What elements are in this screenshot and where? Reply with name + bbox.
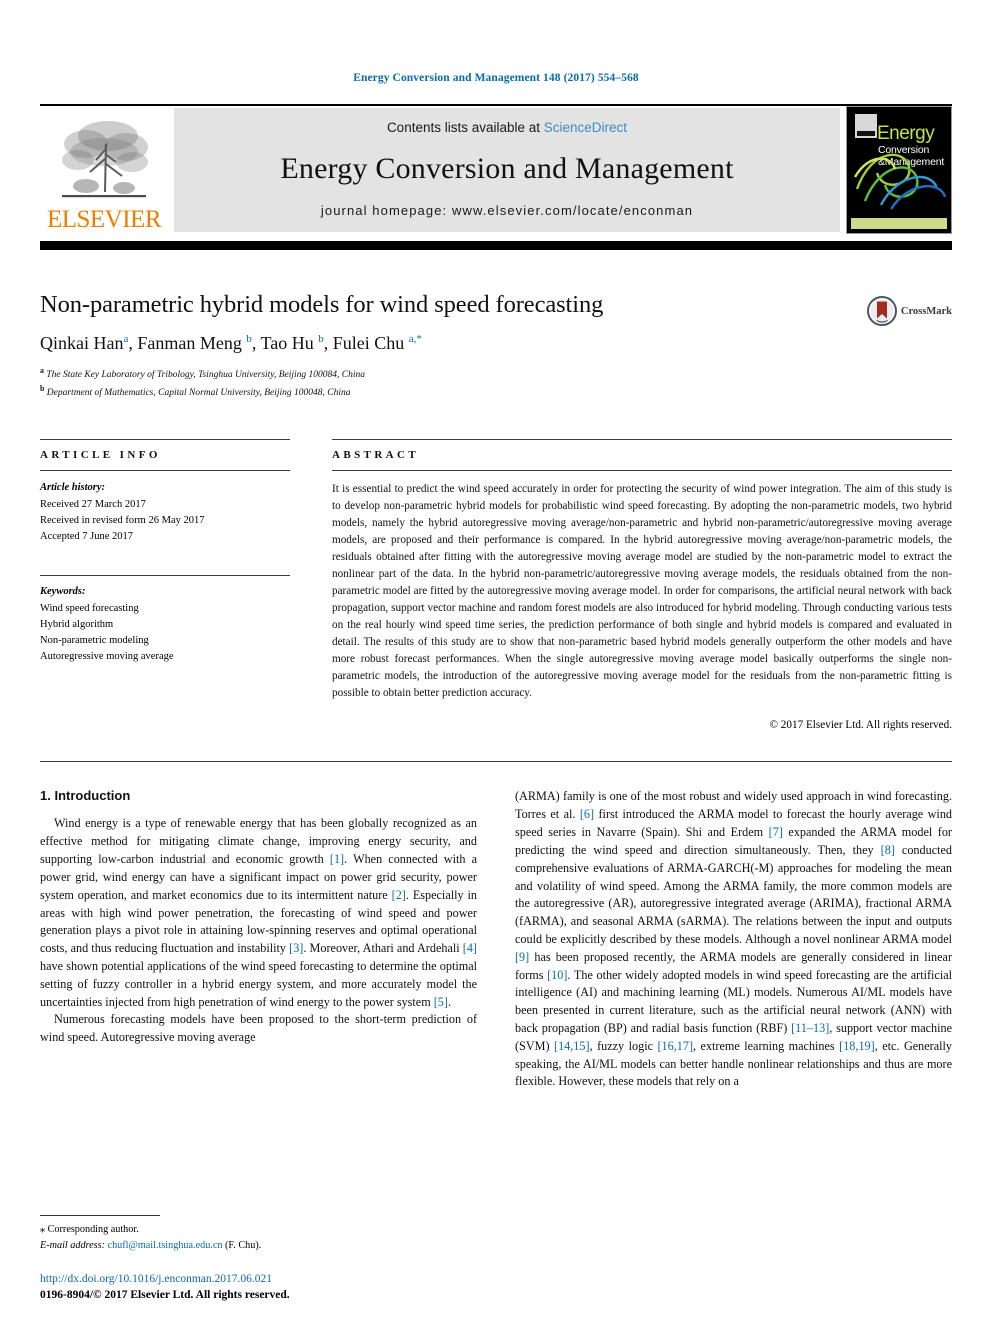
author-list: Qinkai Hana, Fanman Meng b, Tao Hu b, Fu… bbox=[40, 333, 422, 354]
keywords-rule bbox=[40, 575, 290, 577]
corresponding-author-footnote: ⁎ Corresponding author. E-mail address: … bbox=[40, 1215, 477, 1253]
elsevier-wordmark: ELSEVIER bbox=[46, 206, 162, 233]
running-head: Energy Conversion and Management 148 (20… bbox=[353, 72, 639, 84]
contents-prefix: Contents lists available at bbox=[386, 120, 544, 135]
elsevier-logo[interactable]: ELSEVIER bbox=[40, 106, 168, 234]
issn-copyright-line: 0196-8904/© 2017 Elsevier Ltd. All right… bbox=[40, 1288, 290, 1301]
body-column-right: (ARMA) family is one of the most robust … bbox=[515, 788, 952, 1091]
corresponding-marker: ⁎ bbox=[40, 1224, 46, 1236]
history-item: Accepted 7 June 2017 bbox=[40, 531, 134, 543]
body-column-left: 1. Introduction Wind energy is a type of… bbox=[40, 788, 477, 1091]
cover-artwork-icon bbox=[853, 153, 947, 210]
crossmark-icon bbox=[866, 296, 897, 326]
sciencedirect-link[interactable]: ScienceDirect bbox=[544, 120, 627, 135]
journal-band: Contents lists available at ScienceDirec… bbox=[174, 108, 840, 232]
corresponding-author-line: ⁎ Corresponding author. bbox=[40, 1222, 477, 1237]
intro-paragraph-3: (ARMA) family is one of the most robust … bbox=[515, 789, 953, 1089]
page-footer: http://dx.doi.org/10.1016/j.enconman.201… bbox=[40, 1271, 540, 1303]
keywords-list: Keywords: Wind speed forecasting Hybrid … bbox=[40, 584, 290, 665]
journal-cover-thumbnail[interactable]: Energy Conversion &Management bbox=[846, 106, 952, 234]
journal-title: Energy Conversion and Management bbox=[280, 152, 734, 185]
abstract-text: It is essential to predict the wind spee… bbox=[332, 483, 952, 700]
section-heading-introduction: 1. Introduction bbox=[40, 788, 131, 804]
crossmark-label: CrossMark bbox=[900, 305, 952, 317]
affiliation-list: a The State Key Laboratory of Tribology,… bbox=[40, 365, 952, 401]
keyword-item: Hybrid algorithm bbox=[40, 618, 114, 630]
corresponding-text: Corresponding author. bbox=[47, 1224, 139, 1236]
keyword-item: Autoregressive moving average bbox=[40, 651, 174, 663]
keywords-label: Keywords: bbox=[40, 586, 86, 598]
journal-masthead: ELSEVIER Contents lists available at Sci… bbox=[40, 106, 952, 234]
abstract-rule bbox=[332, 470, 952, 472]
affiliation-a: a The State Key Laboratory of Tribology,… bbox=[40, 366, 366, 381]
body-separator-rule bbox=[40, 761, 952, 763]
doi-link[interactable]: http://dx.doi.org/10.1016/j.enconman.201… bbox=[40, 1271, 540, 1287]
article-history: Article history: Received 27 March 2017 … bbox=[40, 480, 290, 545]
crossmark-badge[interactable]: CrossMark bbox=[866, 296, 952, 326]
page-title: Non-parametric hybrid models for wind sp… bbox=[40, 291, 604, 318]
email-link[interactable]: chufl@mail.tsinghua.edu.cn bbox=[108, 1240, 223, 1251]
abstract-heading: ABSTRACT bbox=[332, 439, 952, 461]
article-info-column: ARTICLE INFO Article history: Received 2… bbox=[40, 439, 290, 731]
email-line: E-mail address: chufl@mail.tsinghua.edu.… bbox=[40, 1238, 477, 1253]
article-info-rule bbox=[40, 470, 290, 472]
paper-page: Energy Conversion and Management 148 (20… bbox=[0, 0, 992, 1323]
abstract-column: ABSTRACT It is essential to predict the … bbox=[332, 439, 952, 731]
article-info-heading: ARTICLE INFO bbox=[40, 439, 290, 461]
intro-paragraph-2: Numerous forecasting models have been pr… bbox=[40, 1012, 477, 1045]
info-abstract-region: ARTICLE INFO Article history: Received 2… bbox=[40, 439, 952, 731]
article-history-label: Article history: bbox=[40, 482, 106, 494]
affiliation-b-text: Department of Mathematics, Capital Norma… bbox=[46, 388, 351, 399]
body-columns: 1. Introduction Wind energy is a type of… bbox=[40, 788, 952, 1091]
article-title-block: CrossMark Non-parametric hybrid models f… bbox=[40, 290, 952, 401]
keyword-item: Non-parametric modeling bbox=[40, 635, 149, 647]
copyright-line: © 2017 Elsevier Ltd. All rights reserved… bbox=[769, 719, 953, 732]
contents-available-line: Contents lists available at ScienceDirec… bbox=[387, 120, 627, 135]
affiliation-b: b Department of Mathematics, Capital Nor… bbox=[40, 384, 351, 399]
affiliation-a-text: The State Key Laboratory of Tribology, T… bbox=[46, 370, 366, 381]
journal-homepage-link[interactable]: journal homepage: www.elsevier.com/locat… bbox=[321, 203, 693, 218]
masthead-black-bar bbox=[40, 241, 952, 250]
email-label: E-mail address: bbox=[40, 1239, 105, 1251]
keyword-item: Wind speed forecasting bbox=[40, 602, 139, 614]
intro-paragraph-1: Wind energy is a type of renewable energ… bbox=[40, 816, 478, 1009]
cover-footer-band bbox=[851, 218, 947, 229]
email-suffix: (F. Chu). bbox=[225, 1239, 262, 1251]
elsevier-tree-icon bbox=[62, 121, 148, 198]
history-item: Received in revised form 26 May 2017 bbox=[40, 514, 205, 526]
history-item: Received 27 March 2017 bbox=[40, 498, 146, 510]
footnote-rule bbox=[40, 1215, 160, 1217]
